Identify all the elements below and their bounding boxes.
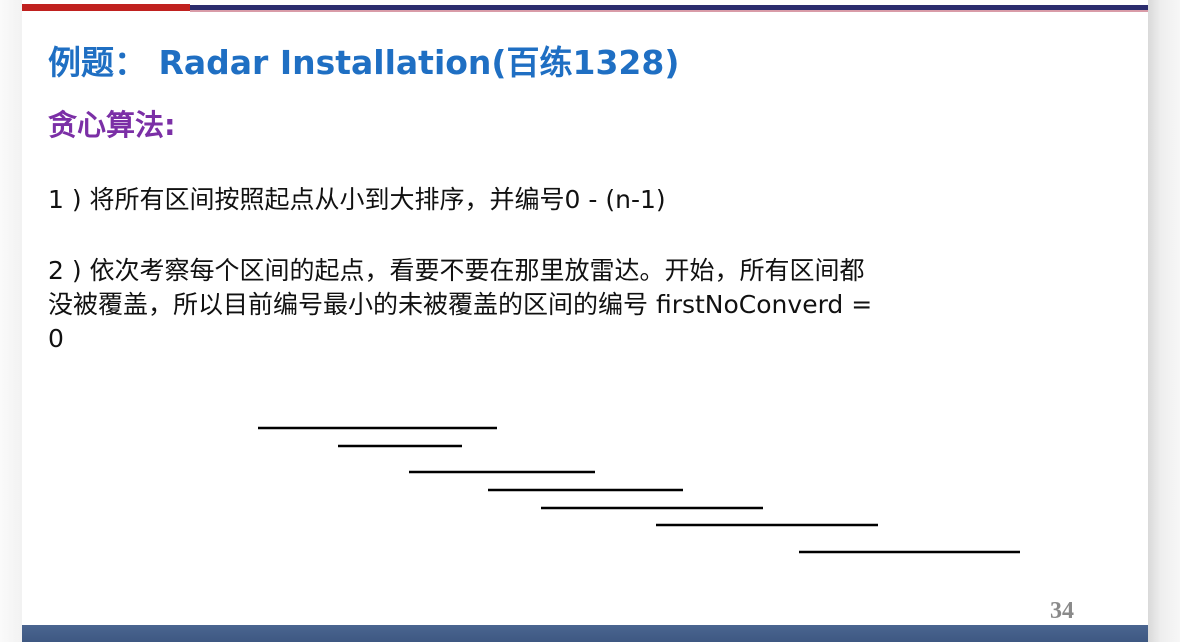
slide-left-edge [0,0,22,642]
slide-subtitle: 贪心算法: [48,108,176,142]
step-2-line: 没被覆盖，所以目前编号最小的未被覆盖的区间的编号 firstNoConverd … [48,290,873,319]
top-accent-bar-thin [190,10,1148,12]
step-1-text: 1 ) 将所有区间按照起点从小到大排序，并编号0 - (n-1) [48,185,666,214]
top-accent-bar-red [22,4,190,11]
step-2-line: 2 ) 依次考察每个区间的起点，看要不要在那里放雷达。开始，所有区间都 [48,256,865,285]
page-number: 34 [1050,598,1074,624]
step-2-line: 0 [48,324,64,353]
slide-title: 例题： Radar Installation(百练1328) [48,43,680,82]
bottom-accent-bar [22,625,1148,642]
slide-right-shadow [1148,0,1180,642]
step-2-text: 2 ) 依次考察每个区间的起点，看要不要在那里放雷达。开始，所有区间都 没被覆盖… [48,254,1028,356]
slide: 例题： Radar Installation(百练1328) 贪心算法: 1 )… [0,0,1180,642]
